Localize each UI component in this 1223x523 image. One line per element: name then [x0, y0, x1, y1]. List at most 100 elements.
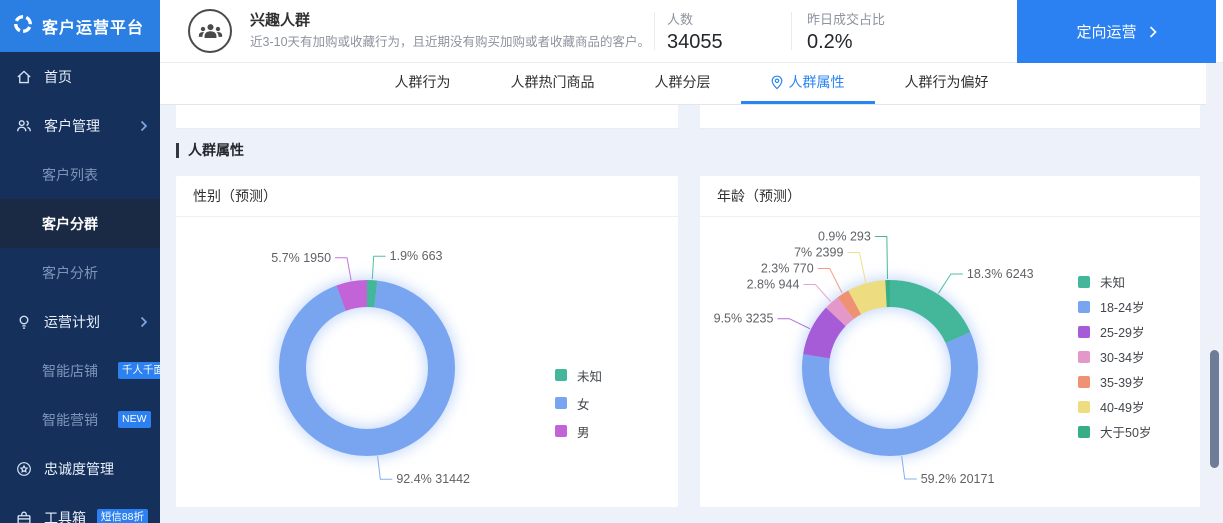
callout-line: [377, 456, 393, 480]
segment-info: 兴趣人群 近3-10天有加购或收藏行为，且近期没有购买加购或者收藏商品的客户。: [250, 9, 654, 52]
charts-row: 性别（预测） 1.9% 663 92.4% 31442 5.7% 1950 未知女男…: [176, 176, 1223, 507]
legend-label: 未知: [1100, 276, 1126, 290]
sidebar-item-customer-management[interactable]: 客户管理: [0, 101, 160, 150]
donut-ring: [279, 280, 455, 456]
legend-item[interactable]: 男: [555, 417, 602, 445]
legend-label: 35-39岁: [1100, 376, 1145, 390]
legend-label: 未知: [577, 369, 603, 384]
stat-yesterday-conversion: 昨日成交占比 0.2%: [807, 11, 886, 53]
legend-swatch-icon: [1078, 425, 1090, 438]
loyalty-star-icon: [14, 459, 34, 479]
sidebar-item-customer-segmentation[interactable]: 客户分群: [0, 199, 160, 248]
legend-item[interactable]: 女: [555, 389, 602, 417]
toolbox-icon: [14, 508, 34, 523]
slice-value-label: 5.7% 1950: [271, 251, 331, 265]
content-area: 人群属性 性别（预测） 1.9% 663 92.4% 31442 5.7% 1950…: [160, 105, 1223, 523]
legend-item[interactable]: 18-24岁: [1078, 294, 1151, 319]
sidebar-item-toolbox[interactable]: 工具箱 短信88折: [0, 493, 160, 523]
sidebar-item-operation-plan[interactable]: 运营计划: [0, 297, 160, 346]
smart-shop-badge: 千人千面: [118, 362, 160, 379]
app-logo-icon: [12, 13, 34, 40]
smart-marketing-badge: NEW: [118, 411, 151, 428]
segment-title: 兴趣人群: [250, 12, 311, 30]
chevron-right-icon: [140, 120, 148, 132]
legend-label: 男: [577, 425, 590, 440]
slice-value-label: 9.5% 3235: [714, 312, 774, 326]
legend-swatch-icon: [555, 425, 567, 437]
tab-crowd-behavior-preference[interactable]: 人群行为偏好: [875, 63, 1019, 104]
sidebar-nav: 首页 客户管理 客户列表 客户分群 客户分析 运营计划 智能店铺 千人千面 智能…: [0, 52, 160, 523]
location-pin-icon: [771, 75, 782, 89]
legend-item[interactable]: 大于50岁: [1078, 419, 1151, 444]
sidebar-item-customer-list[interactable]: 客户列表: [0, 150, 160, 199]
tab-bar: 人群行为 人群热门商品 人群分层 人群属性 人群行为偏好: [160, 63, 1223, 105]
segment-header: 兴趣人群 近3-10天有加购或收藏行为，且近期没有购买加购或者收藏商品的客户。 …: [160, 0, 1223, 63]
legend-label: 25-29岁: [1100, 326, 1145, 340]
callout-line: [803, 283, 832, 302]
legend-item[interactable]: 未知: [555, 361, 602, 389]
callout-line: [901, 456, 917, 480]
legend-label: 30-34岁: [1100, 351, 1145, 365]
slice-value-label: 0.9% 293: [818, 229, 871, 243]
callout-line: [847, 251, 867, 283]
slice-value-label: 1.9% 663: [390, 249, 443, 263]
legend-swatch-icon: [1078, 400, 1090, 413]
slice-value-label: 2.8% 944: [747, 277, 800, 291]
chevron-right-icon: [1149, 25, 1157, 38]
gender-chart-legend: 未知女男: [555, 361, 602, 445]
sidebar-item-smart-marketing[interactable]: 智能营销 NEW: [0, 395, 160, 444]
app-logo-bar[interactable]: 客户运营平台: [0, 0, 160, 52]
app-root: 客户运营平台 首页 客户管理 客户列表 客户分群 客户分析 运营计划 智能店铺 …: [0, 0, 1223, 523]
app-title: 客户运营平台: [42, 20, 145, 37]
chevron-right-icon: [140, 316, 148, 328]
legend-item[interactable]: 40-49岁: [1078, 394, 1151, 419]
tab-crowd-layering[interactable]: 人群分层: [625, 63, 741, 104]
donut-ring: [802, 280, 978, 456]
main-area: 兴趣人群 近3-10天有加购或收藏行为，且近期没有购买加购或者收藏商品的客户。 …: [160, 0, 1223, 523]
legend-label: 18-24岁: [1100, 301, 1145, 315]
legend-swatch-icon: [1078, 350, 1090, 363]
crowd-group-icon: [188, 9, 232, 53]
tab-crowd-behavior[interactable]: 人群行为: [365, 63, 481, 104]
legend-swatch-icon: [1078, 300, 1090, 313]
sidebar-item-loyalty-management[interactable]: 忠诚度管理: [0, 444, 160, 493]
legend-swatch-icon: [1078, 275, 1090, 288]
tab-crowd-hot-items[interactable]: 人群热门商品: [481, 63, 625, 104]
bulb-icon: [14, 312, 34, 332]
callout-line: [874, 235, 888, 280]
segment-description: 近3-10天有加购或收藏行为，且近期没有购买加购或者收藏商品的客户。: [250, 35, 651, 50]
legend-label: 女: [577, 397, 590, 412]
legend-swatch-icon: [555, 397, 567, 409]
sidebar: 客户运营平台 首页 客户管理 客户列表 客户分群 客户分析 运营计划 智能店铺 …: [0, 0, 160, 523]
legend-item[interactable]: 25-29岁: [1078, 319, 1151, 344]
home-icon: [14, 67, 34, 87]
age-chart-legend: 未知 18-24岁 25-29岁 30-34岁 35-39岁 40-49岁大于50岁: [1078, 269, 1151, 444]
legend-item[interactable]: 35-39岁: [1078, 369, 1151, 394]
donut-slice[interactable]: [279, 280, 455, 456]
age-chart-card: 年龄（预测） 18.3% 6243 59.2% 20171 9.5% 3235 2.8…: [700, 176, 1200, 507]
callout-line: [937, 273, 963, 294]
slice-value-label: 2.3% 770: [761, 261, 814, 275]
sidebar-item-customer-analysis[interactable]: 客户分析: [0, 248, 160, 297]
stat-people-count: 人数 34055: [667, 11, 723, 53]
legend-label: 40-49岁: [1100, 401, 1145, 415]
gender-donut-chart[interactable]: 1.9% 663 92.4% 31442 5.7% 1950: [176, 217, 678, 507]
sidebar-item-home[interactable]: 首页: [0, 52, 160, 101]
slice-value-label: 7% 2399: [794, 245, 843, 259]
scrollbar-thumb[interactable]: [1210, 350, 1219, 468]
legend-item[interactable]: 30-34岁: [1078, 344, 1151, 369]
toolbox-badge: 短信88折: [96, 509, 148, 523]
legend-swatch-icon: [1078, 375, 1090, 388]
tab-crowd-attributes[interactable]: 人群属性: [740, 63, 875, 104]
sidebar-item-smart-shop[interactable]: 智能店铺 千人千面: [0, 346, 160, 395]
legend-swatch-icon: [555, 369, 567, 381]
legend-item[interactable]: 未知: [1078, 269, 1151, 294]
callout-line: [777, 318, 811, 330]
scrollbar-track[interactable]: [1206, 63, 1223, 523]
targeted-operation-button[interactable]: 定向运营: [1017, 0, 1216, 63]
slice-value-label: 59.2% 20171: [921, 472, 995, 486]
age-card-title: 年龄（预测）: [700, 176, 1200, 217]
callout-line: [335, 257, 352, 281]
slice-value-label: 92.4% 31442: [396, 472, 470, 486]
legend-swatch-icon: [1078, 325, 1090, 338]
